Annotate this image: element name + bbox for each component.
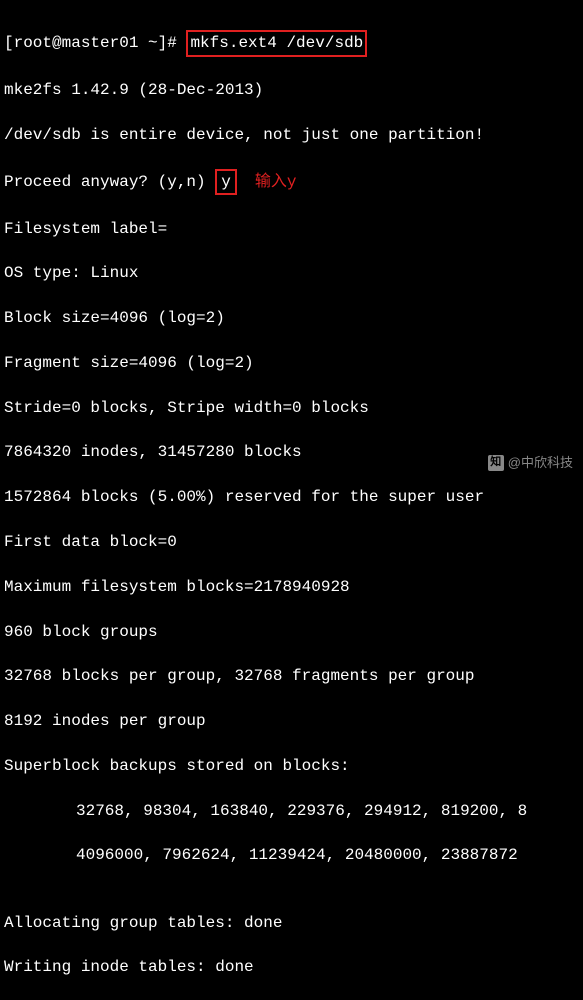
annotation-text: 输入y bbox=[255, 173, 297, 191]
answer-highlight: y bbox=[215, 169, 237, 195]
zhihu-icon: 知 bbox=[488, 455, 504, 471]
output-line: mke2fs 1.42.9 (28-Dec-2013) bbox=[4, 79, 579, 101]
output-line: Allocating group tables: done bbox=[4, 912, 579, 934]
output-line: Stride=0 blocks, Stripe width=0 blocks bbox=[4, 397, 579, 419]
output-line: 960 block groups bbox=[4, 621, 579, 643]
output-line: 32768, 98304, 163840, 229376, 294912, 81… bbox=[4, 800, 579, 822]
terminal-output: [root@master01 ~]# mkfs.ext4 /dev/sdb mk… bbox=[4, 8, 579, 1000]
output-line: 4096000, 7962624, 11239424, 20480000, 23… bbox=[4, 844, 579, 866]
proceed-prompt: Proceed anyway? (y,n) bbox=[4, 173, 206, 191]
shell-prompt: [root@master01 ~]# bbox=[4, 34, 177, 52]
output-line: Maximum filesystem blocks=2178940928 bbox=[4, 576, 579, 598]
output-line: Superblock backups stored on blocks: bbox=[4, 755, 579, 777]
output-line: Fragment size=4096 (log=2) bbox=[4, 352, 579, 374]
watermark-text: @中欣科技 bbox=[508, 454, 573, 472]
output-line: 32768 blocks per group, 32768 fragments … bbox=[4, 665, 579, 687]
output-line: 8192 inodes per group bbox=[4, 710, 579, 732]
output-line: /dev/sdb is entire device, not just one … bbox=[4, 124, 579, 146]
command-highlight: mkfs.ext4 /dev/sdb bbox=[186, 30, 367, 56]
output-line: Filesystem label= bbox=[4, 218, 579, 240]
output-line: OS type: Linux bbox=[4, 262, 579, 284]
output-line: 1572864 blocks (5.00%) reserved for the … bbox=[4, 486, 579, 508]
command-line[interactable]: [root@master01 ~]# mkfs.ext4 /dev/sdb bbox=[4, 30, 579, 56]
proceed-line[interactable]: Proceed anyway? (y,n) y 输入y bbox=[4, 169, 579, 195]
output-line: First data block=0 bbox=[4, 531, 579, 553]
output-line: Block size=4096 (log=2) bbox=[4, 307, 579, 329]
watermark: 知 @中欣科技 bbox=[488, 454, 573, 472]
output-line: Writing inode tables: done bbox=[4, 956, 579, 978]
